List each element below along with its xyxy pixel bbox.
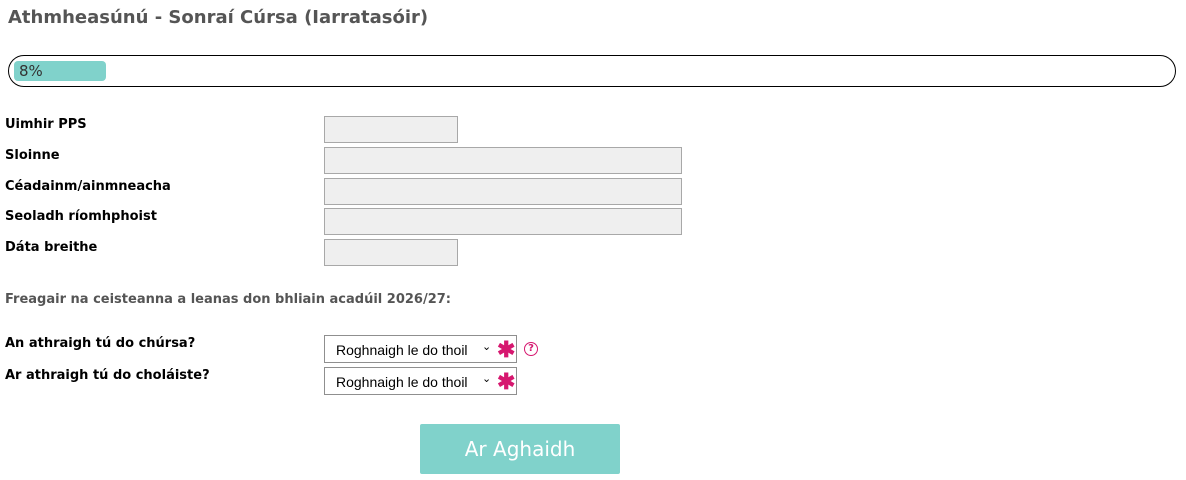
college-change-selected: Roghnaigh le do thoil xyxy=(336,374,468,390)
course-change-select[interactable]: Roghnaigh le do thoil ⌄ ✱ xyxy=(324,335,517,363)
college-change-select[interactable]: Roghnaigh le do thoil ⌄ ✱ xyxy=(324,367,517,395)
email-input[interactable] xyxy=(324,208,682,235)
surname-label: Sloinne xyxy=(5,148,60,163)
asterisk-icon: ✱ xyxy=(497,337,516,362)
page-title: Athmheasúnú - Sonraí Cúrsa (Iarratasóir) xyxy=(8,7,429,28)
section-intro: Freagair na ceisteanna a leanas don bhli… xyxy=(5,292,452,307)
chevron-down-icon: ⌄ xyxy=(482,372,492,385)
progress-bar: 8% xyxy=(8,55,1176,87)
pps-label: Uimhir PPS xyxy=(5,117,87,132)
help-circle-icon[interactable]: ? xyxy=(524,342,538,356)
forenames-label: Céadainm/ainmneacha xyxy=(5,179,171,194)
forenames-input[interactable] xyxy=(324,178,682,205)
pps-input[interactable] xyxy=(324,116,458,143)
course-change-selected: Roghnaigh le do thoil xyxy=(336,342,468,358)
next-button[interactable]: Ar Aghaidh xyxy=(420,424,620,474)
dob-label: Dáta breithe xyxy=(5,240,98,255)
email-label: Seoladh ríomhphoist xyxy=(5,209,157,224)
progress-label: 8% xyxy=(19,62,43,80)
dob-input[interactable] xyxy=(324,239,458,266)
asterisk-icon: ✱ xyxy=(497,369,516,394)
course-change-label: An athraigh tú do chúrsa? xyxy=(5,336,196,351)
chevron-down-icon: ⌄ xyxy=(482,340,492,353)
surname-input[interactable] xyxy=(324,147,682,174)
college-change-label: Ar athraigh tú do choláiste? xyxy=(5,368,210,383)
